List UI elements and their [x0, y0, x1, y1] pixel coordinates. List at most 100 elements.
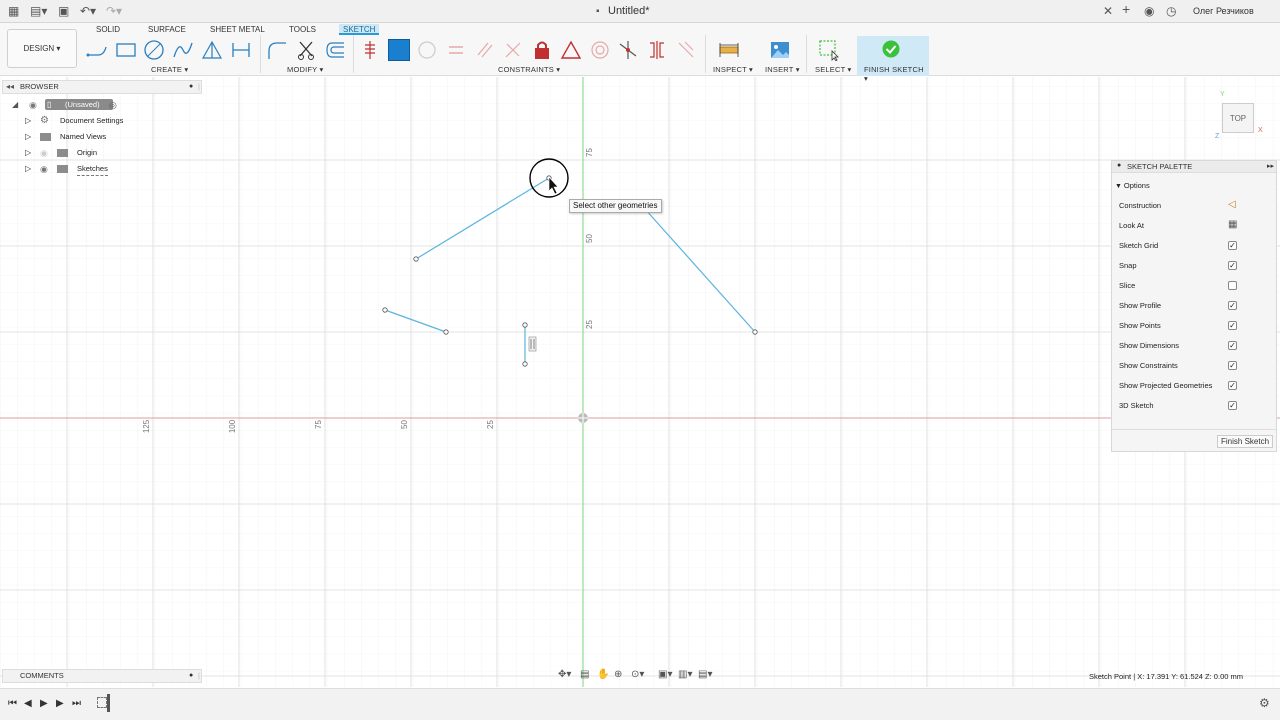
- play-icon[interactable]: ▶: [40, 698, 48, 709]
- tangent-constraint-icon[interactable]: [617, 39, 639, 61]
- grid-menu-icon[interactable]: ▦: [8, 4, 19, 18]
- sketch-point[interactable]: [413, 256, 419, 262]
- sketch-point[interactable]: [522, 361, 528, 367]
- activate-icon[interactable]: ◎: [109, 99, 117, 111]
- show-dimensions-checkbox[interactable]: ✓: [1228, 341, 1237, 350]
- eye-icon[interactable]: ◉: [40, 163, 48, 175]
- viewports-icon[interactable]: ▤▾: [698, 669, 712, 680]
- insert-image-icon[interactable]: [769, 39, 791, 61]
- eye-icon[interactable]: ◉: [29, 99, 37, 111]
- fix-constraint-icon[interactable]: [388, 39, 410, 61]
- select-tool-icon[interactable]: [818, 39, 840, 61]
- expand-icon[interactable]: ◢: [12, 99, 18, 111]
- perpendicular-constraint-icon[interactable]: [502, 39, 524, 61]
- constraints-group-label[interactable]: CONSTRAINTS ▾: [498, 65, 560, 74]
- tab-tools[interactable]: TOOLS: [289, 24, 316, 35]
- circle-tool-icon[interactable]: [143, 39, 165, 61]
- sketch-canvas[interactable]: [0, 77, 1280, 687]
- sketch-grid-checkbox[interactable]: ✓: [1228, 241, 1237, 250]
- show-projected-geometries-checkbox[interactable]: ✓: [1228, 381, 1237, 390]
- go-to-start-icon[interactable]: ⏮: [8, 698, 17, 709]
- look-at-nav-icon[interactable]: ▤: [580, 669, 589, 680]
- line-tool-icon[interactable]: [86, 39, 108, 61]
- expand-icon[interactable]: ▷: [25, 163, 31, 175]
- expand-palette-icon[interactable]: ▸▸: [1267, 162, 1274, 170]
- trim-tool-icon[interactable]: [295, 39, 317, 61]
- show-constraints-checkbox[interactable]: ✓: [1228, 361, 1237, 370]
- save-icon[interactable]: ▣: [58, 4, 69, 18]
- insert-group-label[interactable]: INSERT ▾: [765, 65, 800, 74]
- options-section-header[interactable]: ▼ Options: [1115, 181, 1150, 190]
- comments-panel-header[interactable]: COMMENTS ● |: [2, 669, 202, 683]
- comments-options-icon[interactable]: ●: [189, 670, 193, 682]
- pin-icon[interactable]: |: [198, 81, 200, 93]
- new-tab-icon[interactable]: +: [1122, 2, 1130, 16]
- offset-tool-icon[interactable]: [324, 39, 346, 61]
- redo-icon[interactable]: ↷▾: [106, 4, 122, 18]
- eye-off-icon[interactable]: ◉: [40, 147, 48, 159]
- undo-icon[interactable]: ↶▾: [80, 4, 96, 18]
- vertical-constraint-glyph[interactable]: [528, 336, 537, 352]
- midpoint-constraint-icon[interactable]: [646, 39, 668, 61]
- dimension-tool-icon[interactable]: [230, 39, 252, 61]
- collapse-panel-icon[interactable]: ◂◂: [6, 81, 14, 93]
- create-group-label[interactable]: CREATE ▾: [151, 65, 188, 74]
- show-points-checkbox[interactable]: ✓: [1228, 321, 1237, 330]
- zoom-window-icon[interactable]: ⊙▾: [631, 669, 644, 680]
- parallel-constraint-icon[interactable]: [474, 39, 496, 61]
- lock-constraint-icon[interactable]: [531, 39, 553, 61]
- 3d-sketch-checkbox[interactable]: ✓: [1228, 401, 1237, 410]
- close-tab-icon[interactable]: ✕: [1103, 4, 1113, 18]
- timeline-sketch-feature[interactable]: [97, 697, 107, 708]
- curvature-constraint-icon[interactable]: [589, 39, 611, 61]
- fillet-tool-icon[interactable]: [266, 39, 288, 61]
- construction-icon[interactable]: ◁: [1228, 199, 1236, 210]
- inspect-group-label[interactable]: INSPECT ▾: [713, 65, 753, 74]
- modify-group-label[interactable]: MODIFY ▾: [287, 65, 323, 74]
- select-group-label[interactable]: SELECT ▾: [815, 65, 852, 74]
- orbit-icon[interactable]: ✥▾: [558, 669, 571, 680]
- step-forward-icon[interactable]: ▶: [56, 698, 64, 709]
- smooth-constraint-icon[interactable]: [675, 39, 697, 61]
- pin-icon[interactable]: |: [198, 670, 200, 682]
- palette-options-icon[interactable]: ●: [1117, 162, 1121, 169]
- workspace-button[interactable]: DESIGN ▾: [7, 29, 77, 68]
- look-at-icon[interactable]: ▦: [1228, 219, 1237, 230]
- expand-icon[interactable]: ▷: [25, 131, 31, 143]
- grid-settings-icon[interactable]: ▥▾: [678, 669, 692, 680]
- pan-icon[interactable]: ✋: [597, 669, 609, 680]
- equal-constraint-icon[interactable]: [445, 39, 467, 61]
- expand-icon[interactable]: ▷: [25, 147, 31, 159]
- palette-header[interactable]: ● SKETCH PALETTE ▸▸: [1112, 161, 1276, 173]
- timeline-marker[interactable]: [107, 694, 110, 712]
- measure-tool-icon[interactable]: [718, 39, 740, 61]
- show-profile-checkbox[interactable]: ✓: [1228, 301, 1237, 310]
- sketch-point[interactable]: [443, 329, 449, 335]
- viewcube-face[interactable]: TOP: [1222, 103, 1254, 133]
- tab-sketch[interactable]: SKETCH: [339, 24, 380, 35]
- concentric-constraint-icon[interactable]: [416, 39, 438, 61]
- triangle-tool-icon[interactable]: [201, 39, 223, 61]
- symmetry-constraint-icon[interactable]: [560, 39, 582, 61]
- slice-checkbox[interactable]: [1228, 281, 1237, 290]
- notifications-icon[interactable]: ◷: [1166, 4, 1176, 18]
- coincident-constraint-icon[interactable]: [359, 39, 381, 61]
- palette-finish-sketch-button[interactable]: Finish Sketch: [1217, 435, 1274, 448]
- extensions-icon[interactable]: ◉: [1144, 4, 1154, 18]
- expand-icon[interactable]: ▷: [25, 115, 31, 127]
- zoom-icon[interactable]: ⊕: [614, 669, 622, 680]
- spline-tool-icon[interactable]: [172, 39, 194, 61]
- tab-sheet-metal[interactable]: SHEET METAL: [210, 24, 265, 35]
- sketch-point[interactable]: [752, 329, 758, 335]
- tab-solid[interactable]: SOLID: [96, 24, 120, 35]
- origin-point[interactable]: [578, 413, 588, 423]
- snap-checkbox[interactable]: ✓: [1228, 261, 1237, 270]
- browser-options-icon[interactable]: ●: [189, 81, 193, 93]
- go-to-end-icon[interactable]: ⏭: [72, 698, 81, 709]
- timeline-settings-icon[interactable]: ⚙: [1259, 696, 1270, 710]
- tab-surface[interactable]: SURFACE: [148, 24, 186, 35]
- step-back-icon[interactable]: ◀: [24, 698, 32, 709]
- rectangle-tool-icon[interactable]: [115, 39, 137, 61]
- user-name[interactable]: Олег Резчиков: [1193, 6, 1254, 16]
- display-settings-icon[interactable]: ▣▾: [658, 669, 672, 680]
